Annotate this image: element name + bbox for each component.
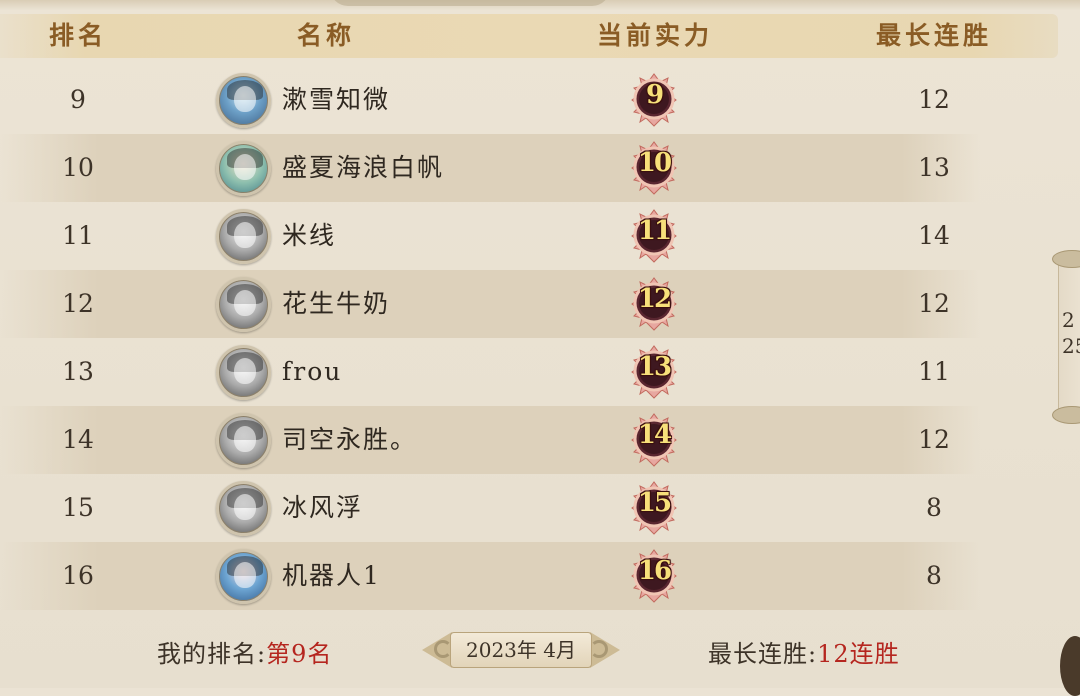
- row-streak: 12: [918, 425, 950, 454]
- row-streak: 8: [926, 561, 942, 590]
- avatar-face: [234, 494, 256, 520]
- row-streak: 12: [918, 85, 950, 114]
- player-avatar[interactable]: [216, 209, 271, 264]
- page-total: 25: [1062, 334, 1080, 358]
- leaderboard-page: 排名 名称 当前实力 最长连胜 9 漱雪知微 9 12 10 盛夏海浪白帆 10: [0, 0, 1080, 696]
- power-value: 9: [645, 80, 664, 110]
- player-name: 漱雪知微: [282, 85, 391, 114]
- player-avatar[interactable]: [216, 549, 271, 604]
- table-row[interactable]: 14 司空永胜。 14 12: [0, 406, 980, 474]
- ranking-list: 9 漱雪知微 9 12 10 盛夏海浪白帆 10 13 11 米线 11 14 …: [0, 66, 1000, 610]
- power-badge-icon: 9: [626, 70, 682, 130]
- avatar-face: [234, 222, 256, 248]
- row-rank: 14: [62, 425, 94, 454]
- power-badge-icon: 15: [626, 478, 682, 538]
- player-avatar[interactable]: [216, 277, 271, 332]
- my-rank-value: 第9名: [266, 640, 333, 668]
- avatar-face: [234, 358, 256, 384]
- power-value: 12: [637, 284, 672, 314]
- power-badge-icon: 13: [626, 342, 682, 402]
- player-avatar[interactable]: [216, 345, 271, 400]
- power-value: 15: [637, 488, 672, 518]
- power-value: 10: [637, 148, 672, 178]
- top-ornament: [330, 0, 610, 6]
- row-streak: 13: [918, 153, 950, 182]
- month-selector[interactable]: 2023年 4月: [420, 628, 622, 672]
- my-rank-label: 我的排名:: [157, 640, 267, 668]
- table-row[interactable]: 16 机器人1 16 8: [0, 542, 980, 610]
- table-row[interactable]: 15 冰风浮 15 8: [0, 474, 980, 542]
- table-row[interactable]: 12 花生牛奶 12 12: [0, 270, 980, 338]
- avatar-face: [234, 86, 256, 112]
- player-name: 冰风浮: [282, 493, 364, 522]
- best-streak-label: 最长连胜:: [708, 640, 818, 668]
- footer-bar: 我的排名:第9名 2023年 4月 最长连胜:12连胜: [0, 620, 1080, 680]
- avatar-face: [234, 562, 256, 588]
- table-header: 排名 名称 当前实力 最长连胜: [0, 14, 1058, 58]
- best-streak: 最长连胜:12连胜: [708, 634, 900, 669]
- header-rank: 排名: [48, 21, 107, 50]
- power-badge-icon: 10: [626, 138, 682, 198]
- player-avatar[interactable]: [216, 413, 271, 468]
- power-value: 11: [637, 216, 672, 246]
- player-avatar[interactable]: [216, 481, 271, 536]
- table-row[interactable]: 13 frou 13 11: [0, 338, 980, 406]
- row-rank: 11: [62, 221, 94, 250]
- power-badge-icon: 16: [626, 546, 682, 606]
- page-up-ornament[interactable]: [1052, 250, 1080, 268]
- row-rank: 16: [62, 561, 94, 590]
- table-row[interactable]: 10 盛夏海浪白帆 10 13: [0, 134, 980, 202]
- power-badge-icon: 12: [626, 274, 682, 334]
- power-value: 16: [637, 556, 672, 586]
- player-avatar[interactable]: [216, 141, 271, 196]
- row-rank: 12: [62, 289, 94, 318]
- month-label: 2023年 4月: [466, 638, 576, 662]
- row-streak: 14: [918, 221, 950, 250]
- player-name: frou: [282, 357, 343, 386]
- right-scroll-curl-icon: [590, 640, 608, 658]
- power-badge-icon: 11: [626, 206, 682, 266]
- row-rank: 13: [62, 357, 94, 386]
- player-name: 米线: [282, 221, 337, 250]
- table-row[interactable]: 9 漱雪知微 9 12: [0, 66, 980, 134]
- best-streak-value: 12连胜: [817, 640, 900, 668]
- my-rank: 我的排名:第9名: [157, 634, 332, 669]
- header-power: 当前实力: [596, 21, 713, 50]
- player-name: 司空永胜。: [282, 425, 418, 454]
- header-streak: 最长连胜: [875, 21, 992, 50]
- avatar-face: [234, 290, 256, 316]
- row-streak: 8: [926, 493, 942, 522]
- player-avatar[interactable]: [216, 73, 271, 128]
- player-name: 花生牛奶: [282, 289, 391, 318]
- page-current: 2: [1062, 308, 1075, 332]
- table-row[interactable]: 11 米线 11 14: [0, 202, 980, 270]
- power-value: 13: [637, 352, 672, 382]
- row-streak: 12: [918, 289, 950, 318]
- player-name: 盛夏海浪白帆: [282, 153, 445, 182]
- page-indicator[interactable]: 2 25: [1052, 246, 1080, 428]
- corner-ornament: [1060, 636, 1080, 696]
- row-rank: 10: [62, 153, 94, 182]
- power-value: 14: [637, 420, 672, 450]
- row-streak: 11: [918, 357, 950, 386]
- page-down-ornament[interactable]: [1052, 406, 1080, 424]
- power-badge-icon: 14: [626, 410, 682, 470]
- row-rank: 9: [70, 85, 86, 114]
- row-rank: 15: [62, 493, 94, 522]
- header-name: 名称: [296, 21, 355, 50]
- player-name: 机器人1: [282, 561, 381, 590]
- avatar-face: [234, 154, 256, 180]
- avatar-face: [234, 426, 256, 452]
